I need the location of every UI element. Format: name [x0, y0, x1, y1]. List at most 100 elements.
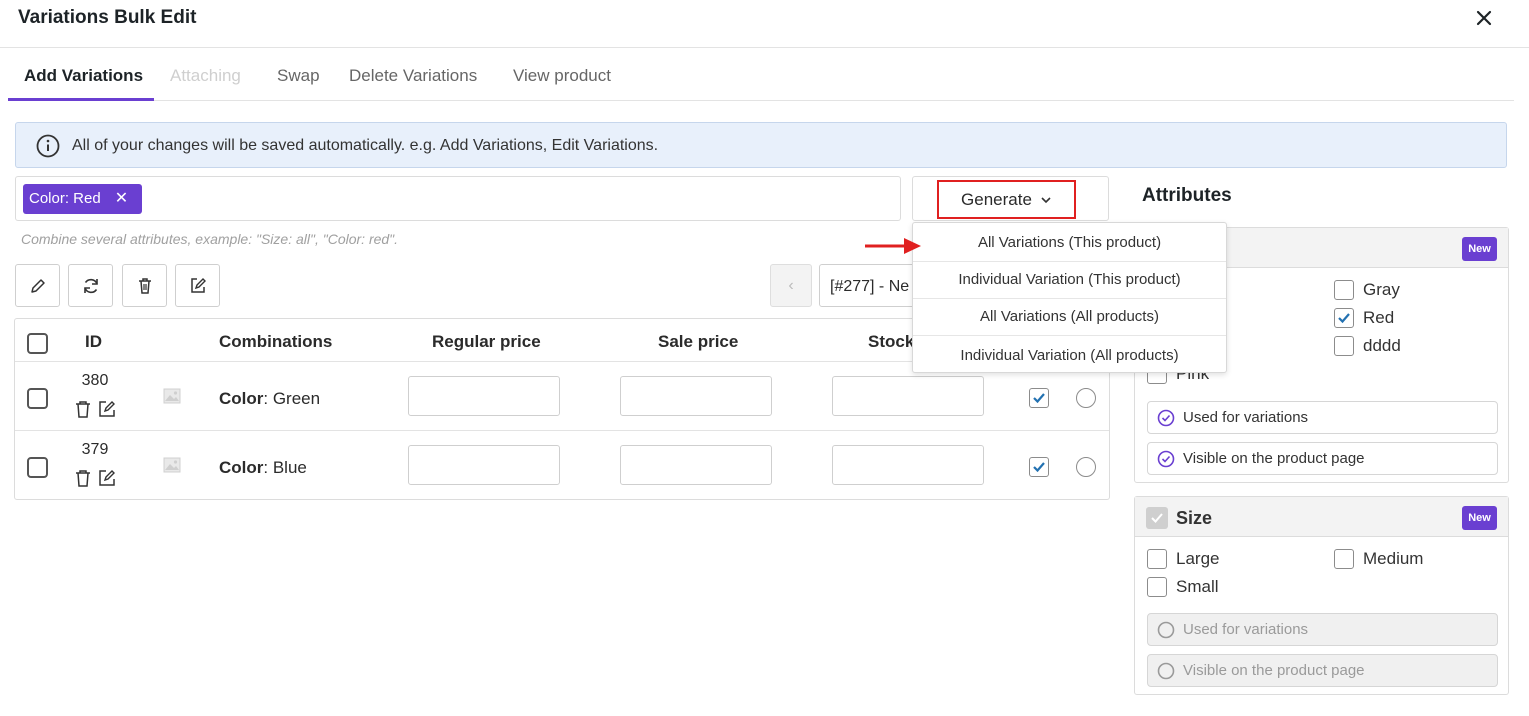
chevron-down-icon	[1041, 196, 1051, 203]
tab-add-variations[interactable]: Add Variations	[24, 66, 143, 86]
row-checkbox[interactable]	[27, 388, 48, 409]
combination-label: Color: Blue	[219, 458, 307, 477]
trash-icon	[138, 277, 151, 294]
option-checkbox[interactable]	[1334, 336, 1354, 356]
enabled-checkbox[interactable]	[1029, 388, 1049, 408]
row-checkbox[interactable]	[27, 457, 48, 478]
menu-item-all-variations-all-products[interactable]: All Variations (All products)	[913, 298, 1226, 336]
check-circle-icon	[1157, 409, 1175, 426]
prev-product-button[interactable]: ‹	[770, 264, 812, 307]
circle-icon	[1157, 662, 1175, 679]
header-sale-price: Sale price	[658, 332, 739, 351]
info-text: All of your changes will be saved automa…	[72, 137, 659, 154]
option-label: Small	[1176, 577, 1219, 596]
option-label: Gray	[1363, 280, 1400, 299]
regular-price-input[interactable]	[408, 376, 560, 416]
tab-attaching: Attaching	[170, 66, 241, 85]
attribute-select-checkbox[interactable]	[1146, 507, 1168, 529]
sale-price-input[interactable]	[620, 445, 772, 485]
visible-on-page-toggle[interactable]: Visible on the product page	[1147, 654, 1498, 687]
used-for-variations-toggle[interactable]: Used for variations	[1147, 613, 1498, 646]
used-for-variations-toggle[interactable]: Used for variations	[1147, 401, 1498, 434]
header-regular-price: Regular price	[432, 332, 541, 351]
attribute-name: Size	[1176, 508, 1213, 528]
row-id: 379	[81, 441, 109, 458]
tab-delete-variations[interactable]: Delete Variations	[349, 66, 477, 86]
stock-input[interactable]	[832, 445, 984, 485]
attribute-card-size: Size New Large Medium Small Used for var…	[1134, 496, 1509, 695]
regular-price-input[interactable]	[408, 445, 560, 485]
menu-item-individual-variation-all-products[interactable]: Individual Variation (All products)	[913, 336, 1226, 374]
option-checkbox[interactable]	[1334, 308, 1354, 328]
option-label: Large	[1176, 549, 1220, 568]
option-label: Red	[1363, 308, 1395, 327]
option-gray[interactable]: Gray	[1334, 280, 1400, 300]
check-icon	[1338, 313, 1350, 324]
generate-button[interactable]: Generate	[937, 180, 1076, 219]
check-icon	[1033, 462, 1045, 473]
close-button[interactable]	[1470, 4, 1498, 32]
visible-on-page-toggle[interactable]: Visible on the product page	[1147, 442, 1498, 475]
default-radio[interactable]	[1076, 388, 1096, 408]
option-label: Medium	[1363, 549, 1424, 568]
edit-button[interactable]	[15, 264, 60, 307]
sale-price-input[interactable]	[620, 376, 772, 416]
chip-remove-icon[interactable]: ✕	[115, 184, 128, 214]
trash-icon[interactable]	[74, 469, 92, 488]
generate-label: Generate	[961, 189, 1032, 209]
option-checkbox[interactable]	[1147, 549, 1167, 569]
menu-item-all-variations-this-product[interactable]: All Variations (This product)	[913, 224, 1226, 262]
pencil-icon	[30, 278, 45, 293]
attribute-card-header: Size New	[1135, 497, 1508, 537]
filter-chip-color-red[interactable]: Color: Red ✕	[23, 184, 143, 214]
combination-label: Color: Green	[219, 389, 321, 408]
flag-label: Used for variations	[1183, 621, 1309, 638]
bulk-edit-button[interactable]	[175, 264, 220, 307]
annotation-arrow-icon	[865, 238, 921, 254]
header-stock: Stock	[868, 332, 915, 351]
option-medium[interactable]: Medium	[1334, 549, 1423, 569]
trash-icon[interactable]	[74, 400, 92, 419]
option-dddd[interactable]: dddd	[1334, 336, 1401, 356]
edit-square-icon[interactable]	[97, 399, 117, 419]
option-checkbox[interactable]	[1147, 577, 1167, 597]
refresh-icon	[83, 278, 98, 293]
delete-button[interactable]	[122, 264, 167, 307]
modal-title: Variations Bulk Edit	[18, 7, 197, 28]
tab-view-product[interactable]: View product	[513, 66, 611, 86]
product-select[interactable]: [#277] - Ne	[819, 264, 919, 307]
stock-input[interactable]	[832, 376, 984, 416]
image-placeholder-icon[interactable]	[163, 388, 181, 404]
close-icon	[1476, 10, 1492, 26]
option-red[interactable]: Red	[1334, 308, 1394, 328]
option-checkbox[interactable]	[1334, 549, 1354, 569]
option-label: dddd	[1363, 336, 1401, 355]
info-icon	[36, 134, 60, 158]
option-small[interactable]: Small	[1147, 577, 1219, 597]
select-all-checkbox[interactable]	[27, 333, 48, 354]
edit-square-icon[interactable]	[97, 468, 117, 488]
enabled-checkbox[interactable]	[1029, 457, 1049, 477]
menu-item-individual-variation-this-product[interactable]: Individual Variation (This product)	[913, 261, 1226, 299]
tab-swap[interactable]: Swap	[277, 66, 320, 86]
header-id: ID	[85, 332, 102, 351]
option-large[interactable]: Large	[1147, 549, 1219, 569]
table-row: 379 Color: Blue	[15, 431, 1109, 500]
check-icon	[1033, 393, 1045, 404]
option-checkbox[interactable]	[1334, 280, 1354, 300]
default-radio[interactable]	[1076, 457, 1096, 477]
info-notice: All of your changes will be saved automa…	[15, 122, 1507, 168]
attributes-title: Attributes	[1142, 185, 1232, 206]
refresh-button[interactable]	[68, 264, 113, 307]
image-placeholder-icon[interactable]	[163, 457, 181, 473]
active-tab-indicator	[8, 98, 154, 101]
attribute-filter-input[interactable]: Color: Red ✕	[15, 176, 901, 221]
check-circle-icon	[1157, 450, 1175, 467]
filter-hint: Combine several attributes, example: "Si…	[21, 231, 399, 247]
flag-label: Used for variations	[1183, 409, 1309, 426]
generate-menu: All Variations (This product) Individual…	[912, 222, 1227, 373]
header-divider	[0, 47, 1529, 48]
new-badge: New	[1462, 506, 1497, 530]
header-combinations: Combinations	[219, 332, 333, 351]
row-id: 380	[81, 372, 109, 389]
